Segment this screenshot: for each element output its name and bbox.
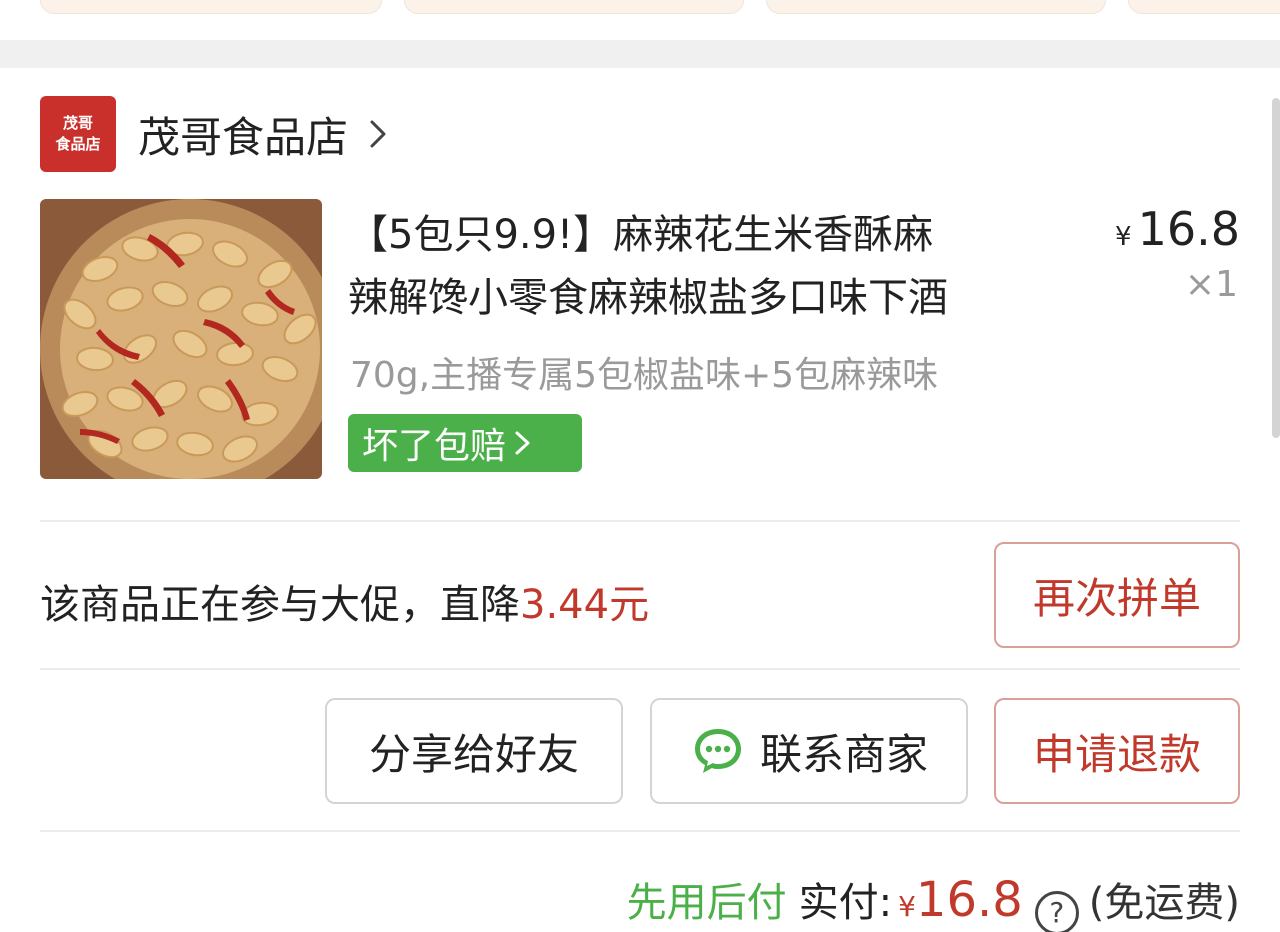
total-currency: ¥	[898, 890, 916, 923]
product-title-line2: 辣解馋小零食麻辣椒盐多口味下酒	[348, 275, 948, 321]
promo-text: 该商品正在参与大促，直降3.44元	[40, 572, 649, 630]
section-gap	[0, 40, 1280, 68]
currency-symbol: ¥	[1115, 222, 1132, 252]
refund-button[interactable]: 申请退款	[994, 698, 1240, 804]
product-spec: 70g,主播专属5包椒盐味+5包麻辣味	[350, 355, 939, 396]
divider	[40, 830, 1240, 832]
product-title[interactable]: 【5包只9.9!】麻辣花生米香酥麻 辣解馋小零食麻辣椒盐多口味下酒	[348, 204, 1068, 330]
order-page: 茂哥 食品店 茂哥食品店 【5包只9.9!】麻辣花生米香酥麻 辣解馋小零食麻辣椒…	[0, 0, 1280, 932]
promo-amount: 3.44元	[520, 582, 650, 628]
share-button[interactable]: 分享给好友	[325, 698, 623, 804]
total-paid: 先用后付 实付: ¥ 16.8 ? (免运费)	[627, 870, 1240, 932]
divider	[40, 520, 1240, 522]
shop-logo-line2: 食品店	[55, 135, 101, 153]
total-label: 实付:	[798, 880, 893, 926]
pay-later-label[interactable]: 先用后付	[627, 870, 787, 928]
shop-header[interactable]: 茂哥 食品店 茂哥食品店	[40, 96, 392, 172]
option-card[interactable]	[404, 0, 744, 14]
shop-logo-line1: 茂哥	[62, 114, 93, 132]
option-card[interactable]	[40, 0, 382, 14]
chevron-right-icon[interactable]	[366, 114, 392, 154]
option-card[interactable]	[1128, 0, 1280, 14]
contact-seller-button[interactable]: 联系商家	[650, 698, 968, 804]
contact-seller-label: 联系商家	[759, 729, 928, 779]
total-amount: 16.8	[915, 872, 1023, 928]
divider	[40, 668, 1240, 670]
product-title-line1: 【5包只9.9!】麻辣花生米香酥麻	[348, 212, 934, 258]
guarantee-badge-label: 坏了包赔	[362, 426, 507, 467]
order-card: 茂哥 食品店 茂哥食品店 【5包只9.9!】麻辣花生米香酥麻 辣解馋小零食麻辣椒…	[0, 68, 1280, 932]
guarantee-badge[interactable]: 坏了包赔	[348, 414, 582, 472]
quantity: ×1	[1184, 264, 1238, 305]
previous-section-strip	[0, 0, 1280, 40]
scrollbar[interactable]	[1272, 98, 1280, 438]
chat-icon	[694, 729, 741, 773]
shipping-note: (免运费)	[1088, 880, 1240, 926]
unit-price-value: 16.8	[1137, 202, 1240, 256]
promo-label: 该商品正在参与大促，直降	[40, 582, 520, 628]
unit-price: ¥ 16.8	[1115, 202, 1240, 256]
shop-name[interactable]: 茂哥食品店	[138, 104, 348, 165]
help-icon[interactable]: ?	[1034, 890, 1079, 932]
chevron-right-icon	[515, 431, 530, 455]
reorder-button[interactable]: 再次拼单	[994, 542, 1240, 648]
option-card[interactable]	[766, 0, 1106, 14]
product-image[interactable]	[40, 199, 322, 479]
shop-logo: 茂哥 食品店	[40, 96, 116, 172]
